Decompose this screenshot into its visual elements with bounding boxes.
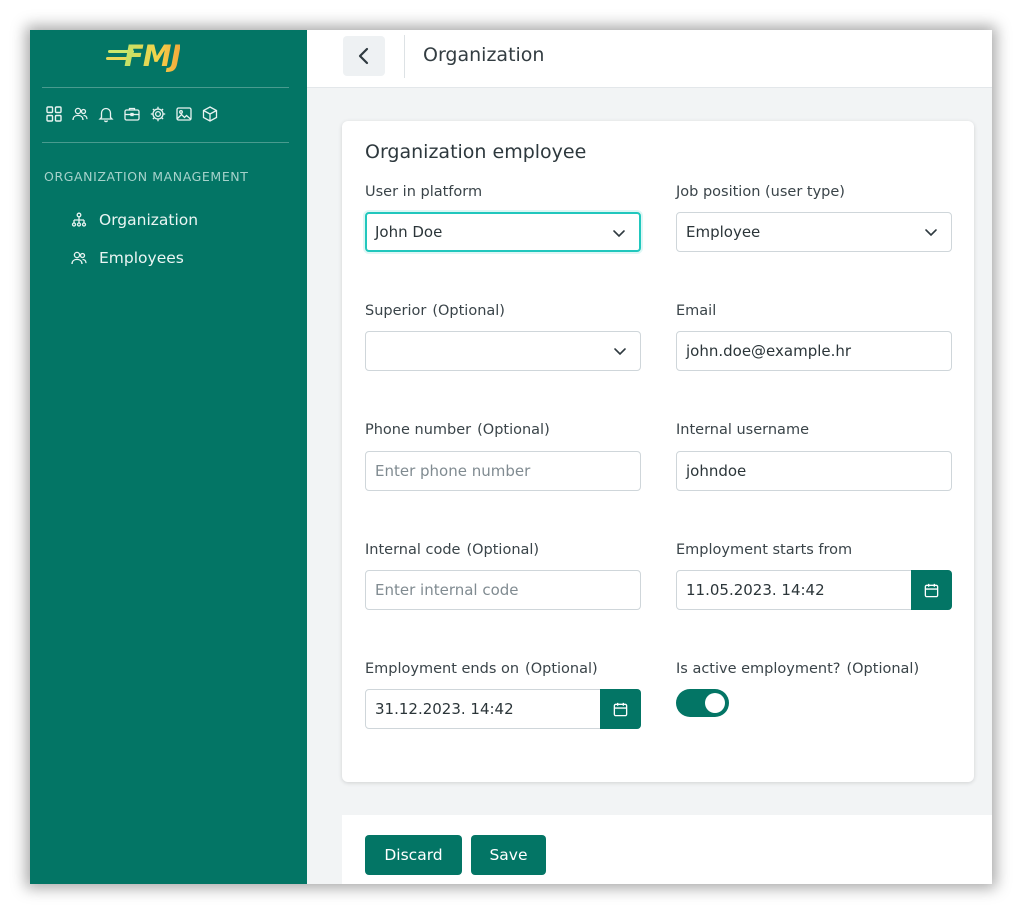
optional-tag: (Optional): [432, 303, 505, 319]
sidebar: FMJ ORGANIZATION MANAGEMENT Organization…: [30, 30, 307, 884]
calendar-button[interactable]: [911, 570, 952, 610]
cube-icon[interactable]: [199, 104, 221, 124]
app-logo[interactable]: FMJ: [106, 38, 216, 74]
label-text: Is active employment?: [676, 661, 841, 677]
users-icon: [71, 251, 87, 265]
image-icon[interactable]: [173, 104, 195, 124]
select-value: John Doe: [375, 223, 443, 241]
optional-tag: (Optional): [525, 661, 598, 677]
internal-code-label: Internal code (Optional): [365, 542, 539, 558]
field-value: johndoe: [686, 462, 747, 480]
sidebar-divider: [42, 142, 289, 143]
label-text: Employment ends on: [365, 661, 520, 677]
employment-end-label: Employment ends on (Optional): [365, 661, 598, 677]
field-value: 11.05.2023. 14:42: [686, 581, 825, 599]
email-label: Email: [676, 303, 716, 319]
label-text: Internal code: [365, 542, 461, 558]
field-value: john.doe@example.hr: [686, 342, 852, 360]
internal-username-label: Internal username: [676, 422, 809, 438]
employment-start-label: Employment starts from: [676, 542, 852, 558]
is-active-label: Is active employment? (Optional): [676, 661, 919, 677]
is-active-toggle[interactable]: [676, 689, 729, 717]
label-text: Internal username: [676, 422, 809, 438]
chevron-down-icon: [614, 348, 626, 356]
logo-text: FMJ: [124, 39, 181, 73]
optional-tag: (Optional): [846, 661, 920, 677]
user-in-platform-select[interactable]: John Doe: [365, 212, 641, 252]
internal-username-field[interactable]: johndoe: [676, 451, 952, 491]
sidebar-item-organization[interactable]: Organization: [70, 211, 198, 229]
bell-icon[interactable]: [95, 104, 117, 124]
label-text: User in platform: [365, 184, 483, 200]
superior-label: Superior (Optional): [365, 303, 505, 319]
discard-button[interactable]: Discard: [365, 835, 462, 875]
page-title: Organization: [423, 44, 545, 66]
sidebar-item-employees[interactable]: Employees: [70, 249, 184, 267]
field-placeholder: Enter phone number: [375, 462, 531, 480]
field-value: 31.12.2023. 14:42: [375, 700, 514, 718]
save-button[interactable]: Save: [471, 835, 546, 875]
label-text: Job position (user type): [676, 184, 845, 200]
calendar-icon: [613, 702, 628, 716]
calendar-button[interactable]: [600, 689, 641, 729]
chevron-left-icon: [358, 47, 369, 65]
form-title: Organization employee: [365, 141, 587, 163]
user-in-platform-label: User in platform: [365, 184, 482, 200]
header-divider: [404, 35, 405, 78]
chevron-down-icon: [925, 229, 937, 237]
select-value: Employee: [686, 223, 761, 241]
employment-end-datepicker[interactable]: 31.12.2023. 14:42: [365, 689, 641, 729]
superior-select[interactable]: [365, 331, 641, 371]
job-position-select[interactable]: Employee: [676, 212, 952, 252]
sidebar-icon-bar: [43, 104, 221, 124]
calendar-icon: [924, 583, 939, 597]
users-icon[interactable]: [69, 104, 91, 124]
label-text: Employment starts from: [676, 542, 853, 558]
email-field[interactable]: john.doe@example.hr: [676, 331, 952, 371]
gear-icon[interactable]: [147, 104, 169, 124]
optional-tag: (Optional): [466, 542, 540, 558]
back-button[interactable]: [343, 36, 385, 76]
sidebar-section-title: ORGANIZATION MANAGEMENT: [44, 169, 249, 184]
field-placeholder: Enter internal code: [375, 581, 519, 599]
sidebar-item-label: Employees: [99, 249, 184, 267]
optional-tag: (Optional): [477, 422, 550, 438]
phone-number-label: Phone number (Optional): [365, 422, 550, 438]
internal-code-field[interactable]: Enter internal code: [365, 570, 641, 610]
sidebar-item-label: Organization: [99, 211, 199, 229]
employment-start-datepicker[interactable]: 11.05.2023. 14:42: [676, 570, 952, 610]
top-bar: Organization: [307, 30, 992, 88]
label-text: Superior: [365, 303, 427, 319]
job-position-label: Job position (user type): [676, 184, 845, 200]
app-window: FMJ ORGANIZATION MANAGEMENT Organization…: [30, 30, 992, 884]
dashboard-icon[interactable]: [43, 104, 65, 124]
sidebar-divider: [42, 87, 289, 88]
employee-form-card: Organization employee User in platform J…: [342, 121, 974, 782]
toggle-knob: [705, 693, 725, 713]
form-actions: Discard Save: [342, 815, 992, 884]
org-chart-icon: [71, 212, 87, 227]
chevron-down-icon: [613, 230, 625, 238]
label-text: Phone number: [365, 422, 472, 438]
phone-number-field[interactable]: Enter phone number: [365, 451, 641, 491]
briefcase-icon[interactable]: [121, 104, 143, 124]
label-text: Email: [676, 303, 717, 319]
